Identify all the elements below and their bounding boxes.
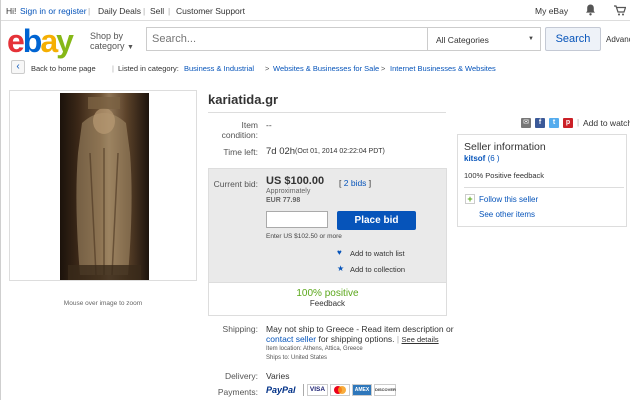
condition-label: Item condition:	[221, 120, 258, 140]
discover-icon: DISCOVER	[374, 384, 396, 396]
logo-letter: a	[40, 23, 58, 59]
category-label: category ▼	[90, 41, 134, 51]
divider: |	[577, 118, 580, 127]
seller-id: kitsof (6 )	[464, 154, 500, 163]
delivery-value: Varies	[266, 371, 290, 381]
paypal-logo: PayPal	[266, 385, 296, 395]
seller-info-box: Seller information kitsof (6 ) 100% Posi…	[457, 134, 627, 227]
customer-support-link[interactable]: Customer Support	[176, 6, 245, 16]
breadcrumb-item[interactable]: Websites & Businesses for Sale	[273, 64, 379, 73]
see-details-link[interactable]: See details	[402, 335, 439, 344]
contact-seller-link[interactable]: contact seller	[266, 334, 316, 344]
payments-label: Payments:	[217, 387, 258, 397]
amex-icon: AMEX	[352, 384, 372, 396]
divider	[464, 187, 624, 188]
breadcrumb-separator: >	[265, 64, 270, 73]
logo-letter: y	[56, 23, 74, 59]
seller-name-link[interactable]: kitsof	[464, 154, 485, 163]
add-to-watch-list-link[interactable]: Add to watch list	[350, 249, 405, 258]
shipping-options-text: for shipping options.	[316, 334, 395, 344]
divider: |	[396, 334, 400, 344]
ebay-logo[interactable]: ebay	[7, 23, 74, 59]
item-photo[interactable]	[60, 93, 149, 280]
breadcrumb-item[interactable]: Business & Industrial	[184, 64, 254, 73]
heart-icon: ♥	[337, 248, 342, 257]
shipping-note: May not ship to Greece - Read item descr…	[266, 324, 454, 334]
approx-label: Approximately	[266, 188, 311, 195]
see-other-items-link[interactable]: See other items	[479, 210, 535, 219]
search-button[interactable]: Search	[545, 27, 601, 51]
greeting-text: Hi!	[6, 6, 17, 16]
mastercard-icon	[330, 384, 350, 396]
shipping-options: contact seller for shipping options. | S…	[266, 334, 439, 344]
visa-icon: VISA	[307, 384, 328, 396]
seller-positive: 100% Positive feedback	[464, 171, 545, 180]
daily-deals-link[interactable]: Daily Deals	[98, 6, 141, 16]
add-to-collection-link[interactable]: Add to collection	[350, 265, 405, 274]
facebook-icon[interactable]: f	[535, 118, 545, 128]
seller-heading: Seller information	[464, 141, 546, 153]
divider	[208, 112, 446, 113]
item-image-panel[interactable]	[9, 90, 197, 281]
star-icon: ★	[337, 264, 345, 273]
logo-letter: b	[22, 23, 42, 59]
positive-percent: 100% positive	[296, 288, 359, 299]
signin-link[interactable]: Sign in or register	[20, 6, 87, 16]
current-bid-label: Current bid:	[213, 179, 258, 189]
sell-link[interactable]: Sell	[150, 6, 164, 16]
feedback-box: 100% positive Feedback	[208, 283, 447, 316]
bid-amount-input[interactable]	[266, 211, 328, 228]
divider: |	[112, 64, 114, 73]
email-icon[interactable]: ✉	[521, 118, 531, 128]
chevron-down-icon: ▼	[127, 44, 134, 51]
back-arrow-icon[interactable]: ‹	[11, 60, 25, 74]
ebay-item-page: Hi! Sign in or register | Daily Deals | …	[0, 0, 630, 400]
breadcrumb: ‹ Back to home page | Listed in category…	[11, 60, 630, 76]
item-title: kariatida.gr	[208, 92, 279, 107]
shipping-label: Shipping:	[222, 324, 258, 334]
chevron-down-icon: ▼	[528, 36, 534, 42]
category-select[interactable]: All Categories ▼	[428, 27, 541, 51]
ships-to: Ships to: United States	[266, 355, 328, 361]
follow-seller-link[interactable]: Follow this seller	[479, 195, 538, 204]
top-bar: Hi! Sign in or register | Daily Deals | …	[1, 0, 630, 21]
bell-icon[interactable]	[585, 4, 596, 18]
plus-icon[interactable]: +	[465, 194, 475, 204]
shop-by-label: Shop by	[90, 31, 124, 41]
listed-in-label: Listed in category:	[118, 64, 179, 73]
pinterest-icon[interactable]: p	[563, 118, 573, 128]
divider: |	[88, 6, 91, 16]
time-left-detail: (Oct 01, 2014 02:22:04 PDT)	[295, 148, 385, 155]
divider: |	[168, 6, 171, 16]
search-input[interactable]	[147, 28, 427, 50]
feedback-label: Feedback	[309, 299, 346, 308]
time-left-value: 7d 02h	[266, 146, 296, 157]
feedback-score[interactable]: (6 )	[488, 154, 500, 163]
current-price: US $100.00	[266, 175, 325, 187]
time-left-label: Time left:	[223, 147, 258, 157]
divider	[303, 384, 304, 396]
bids-link[interactable]: [ 2 bids ]	[339, 178, 371, 188]
condition-value: --	[266, 120, 272, 130]
add-to-watch-link[interactable]: Add to watch	[583, 118, 630, 128]
advanced-search-link[interactable]: Advanc	[606, 35, 630, 44]
approx-value: EUR 77.98	[266, 197, 301, 204]
breadcrumb-item[interactable]: Internet Businesses & Websites	[390, 64, 496, 73]
delivery-label: Delivery:	[224, 371, 258, 381]
divider: |	[143, 6, 146, 16]
back-to-home-link[interactable]: Back to home page	[31, 64, 96, 73]
bid-hint: Enter US $102.50 or more	[266, 233, 342, 240]
logo-letter: e	[7, 23, 25, 59]
my-ebay-link[interactable]: My eBay	[535, 6, 568, 16]
zoom-hint: Mouse over image to zoom	[63, 300, 143, 307]
shop-by-category-button[interactable]: Shop by category ▼	[90, 31, 134, 53]
search-box[interactable]	[146, 27, 428, 51]
cart-icon[interactable]	[614, 5, 627, 18]
item-location: Item location: Athens, Attica, Greece	[266, 346, 363, 352]
twitter-icon[interactable]: t	[549, 118, 559, 128]
breadcrumb-separator: >	[381, 64, 386, 73]
category-select-value: All Categories	[436, 35, 489, 45]
place-bid-button[interactable]: Place bid	[337, 211, 416, 230]
